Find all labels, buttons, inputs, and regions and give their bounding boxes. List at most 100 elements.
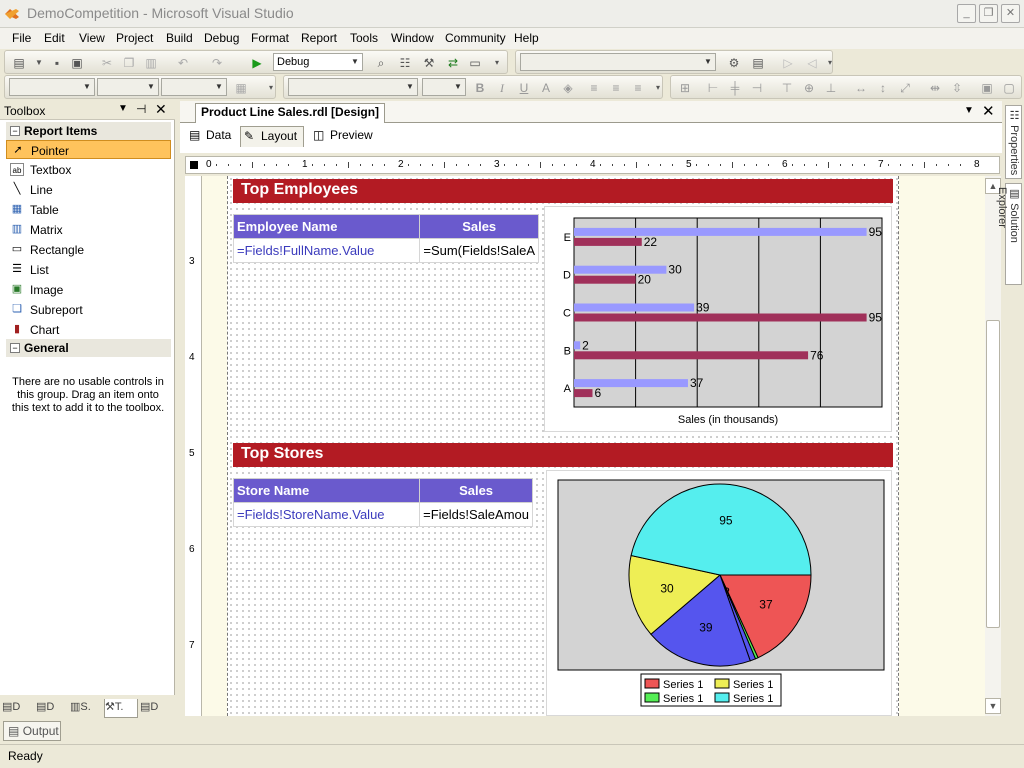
menu-format[interactable]: Format <box>251 31 289 45</box>
cell-storename[interactable]: =Fields!StoreName.Value <box>232 502 421 527</box>
align-left-icon[interactable]: ≡ <box>586 80 602 96</box>
dock-tab[interactable]: ▤D <box>36 699 68 718</box>
properties-window-icon[interactable]: ☷ <box>397 55 413 71</box>
cell-fullname[interactable]: =Fields!FullName.Value <box>232 238 421 263</box>
paste-icon[interactable]: ▥ <box>143 55 159 71</box>
header-sales[interactable]: Sales <box>419 478 533 503</box>
dock-tab[interactable]: ▤D <box>140 699 172 718</box>
copy-icon[interactable]: ❐ <box>121 55 137 71</box>
toolbox-item-rectangle[interactable]: ▭ Rectangle <box>6 240 171 259</box>
chevron-down-icon[interactable]: ▼ <box>964 105 974 116</box>
toolbox-item-table[interactable]: ▦ Table <box>6 200 171 219</box>
vertical-spacing-icon[interactable]: ⇳ <box>949 80 965 96</box>
chevron-down-icon[interactable]: ▼ <box>118 103 128 114</box>
undo-icon[interactable]: ↶ <box>175 55 191 71</box>
header-store-name[interactable]: Store Name <box>232 478 421 503</box>
border-color-icon[interactable]: ▦ <box>233 80 249 96</box>
underline-icon[interactable]: U <box>516 80 532 96</box>
align-to-grid-icon[interactable]: ⊞ <box>677 80 693 96</box>
cell-sales[interactable]: =Sum(Fields!SaleA <box>419 238 539 263</box>
toolbar-options-icon[interactable]: ▾ <box>263 80 279 96</box>
minimize-button[interactable]: _ <box>957 4 976 23</box>
make-same-size-icon[interactable]: ⤢ <box>897 80 913 96</box>
menu-file[interactable]: File <box>12 31 31 45</box>
report-tool-icon[interactable]: ⚙ <box>726 55 742 71</box>
toolbox-item-chart[interactable]: ▮ Chart <box>6 320 171 339</box>
close-document-icon[interactable]: ✕ <box>982 102 995 120</box>
close-icon[interactable]: ✕ <box>155 101 167 118</box>
pin-icon[interactable]: ⊣ <box>136 102 146 116</box>
stores-chart[interactable]: 37 2 39 30 95 Series 1 Series 1 Series 1 Series … <box>546 470 892 716</box>
menu-window[interactable]: Window <box>391 31 434 45</box>
menu-report[interactable]: Report <box>301 31 337 45</box>
employees-chart[interactable]: A 6 37 B 76 2 C 95 39 D 20 30 E 22 95 Sales (in thousan… <box>544 206 892 432</box>
align-tops-icon[interactable]: ⊤ <box>779 80 795 96</box>
toolbox-item-image[interactable]: ▣ Image <box>6 280 171 299</box>
make-same-width-icon[interactable]: ↔ <box>853 80 869 96</box>
header-sales[interactable]: Sales <box>419 214 539 239</box>
redo-icon[interactable]: ↷ <box>209 55 225 71</box>
dropdown-icon[interactable]: ▼ <box>31 55 47 71</box>
toolbar-options-icon[interactable]: ▾ <box>489 55 505 71</box>
output-tab[interactable]: ▤ Output <box>3 721 61 741</box>
style-combo[interactable]: ▼ <box>9 78 95 96</box>
cell-sale-amount[interactable]: =Fields!SaleAmou <box>419 502 533 527</box>
toolbox-group-report-items[interactable]: − Report Items <box>6 122 171 140</box>
find-in-files-icon[interactable]: ⌕ <box>373 55 389 71</box>
font-size-combo[interactable]: ▼ <box>422 78 466 96</box>
stores-table[interactable]: Store Name Sales =Fields!StoreName.Value =… <box>232 478 533 527</box>
report-tool-icon[interactable]: ◁ <box>804 55 820 71</box>
toolbox-group-general[interactable]: − General <box>6 339 171 357</box>
scrollbar-thumb[interactable] <box>986 320 1000 628</box>
bring-to-front-icon[interactable]: ▣ <box>979 80 995 96</box>
tab-layout[interactable]: ✎ Layout <box>240 126 305 147</box>
toolbox-item-line[interactable]: ╲ Line <box>6 180 171 199</box>
employees-table[interactable]: Employee Name Sales =Fields!FullName.Valu… <box>232 214 539 263</box>
menu-debug[interactable]: Debug <box>204 31 239 45</box>
report-tool-icon[interactable]: ▷ <box>780 55 796 71</box>
toolbox-item-list[interactable]: ☰ List <box>6 260 171 279</box>
align-center-icon[interactable]: ≡ <box>608 80 624 96</box>
properties-tab[interactable]: ☷ Properties <box>1005 105 1022 179</box>
vertical-scrollbar[interactable]: ▲ ▼ <box>985 176 1001 716</box>
object-browser-icon[interactable]: ⇄ <box>445 55 461 71</box>
font-color-icon[interactable]: A <box>538 80 554 96</box>
font-family-combo[interactable]: ▼ <box>288 78 418 96</box>
toolbox-item-textbox[interactable]: ab Textbox <box>6 160 171 179</box>
menu-build[interactable]: Build <box>166 31 193 45</box>
toolbox-item-subreport[interactable]: ❏ Subreport <box>6 300 171 319</box>
toolbox-item-matrix[interactable]: ▥ Matrix <box>6 220 171 239</box>
header-employee-name[interactable]: Employee Name <box>232 214 421 239</box>
employees-title[interactable]: Top Employees <box>233 179 893 203</box>
toolbar-options-icon[interactable]: ▾ <box>822 55 838 71</box>
background-color-icon[interactable]: ◈ <box>560 80 576 96</box>
align-middles-icon[interactable]: ⊕ <box>801 80 817 96</box>
menu-tools[interactable]: Tools <box>350 31 378 45</box>
menu-community[interactable]: Community <box>445 31 506 45</box>
border-width-combo[interactable]: ▼ <box>161 78 227 96</box>
maximize-button[interactable]: ❐ <box>979 4 998 23</box>
menu-view[interactable]: View <box>79 31 105 45</box>
solution-configuration-select[interactable]: Debug ▼ <box>273 53 363 71</box>
stores-title[interactable]: Top Stores <box>233 443 893 467</box>
dock-tab[interactable]: ▤D <box>2 699 34 718</box>
menu-edit[interactable]: Edit <box>44 31 65 45</box>
close-button[interactable]: ✕ <box>1001 4 1020 23</box>
menu-project[interactable]: Project <box>116 31 153 45</box>
report-body[interactable]: Top Employees Employee Name Sales =Fields… <box>227 176 899 716</box>
command-window-icon[interactable]: ▭ <box>467 55 483 71</box>
solution-explorer-tab[interactable]: ▤ Solution Explorer <box>996 183 1022 285</box>
save-all-icon[interactable]: ▣ <box>69 55 85 71</box>
cut-icon[interactable]: ✂ <box>99 55 115 71</box>
send-to-back-icon[interactable]: ▢ <box>1001 80 1017 96</box>
menu-help[interactable]: Help <box>514 31 539 45</box>
horizontal-spacing-icon[interactable]: ⇹ <box>927 80 943 96</box>
align-lefts-icon[interactable]: ⊢ <box>705 80 721 96</box>
toolbar-options-icon[interactable]: ▾ <box>650 80 666 96</box>
start-debugging-icon[interactable]: ▶ <box>249 55 265 71</box>
document-tab-product-line-sales[interactable]: Product Line Sales.rdl [Design] <box>195 103 386 123</box>
toolbox-icon[interactable]: ⚒ <box>421 55 437 71</box>
new-project-icon[interactable]: ▤ <box>11 55 27 71</box>
toolbox-item-pointer[interactable]: ➚ Pointer <box>6 140 171 159</box>
align-right-icon[interactable]: ≡ <box>630 80 646 96</box>
